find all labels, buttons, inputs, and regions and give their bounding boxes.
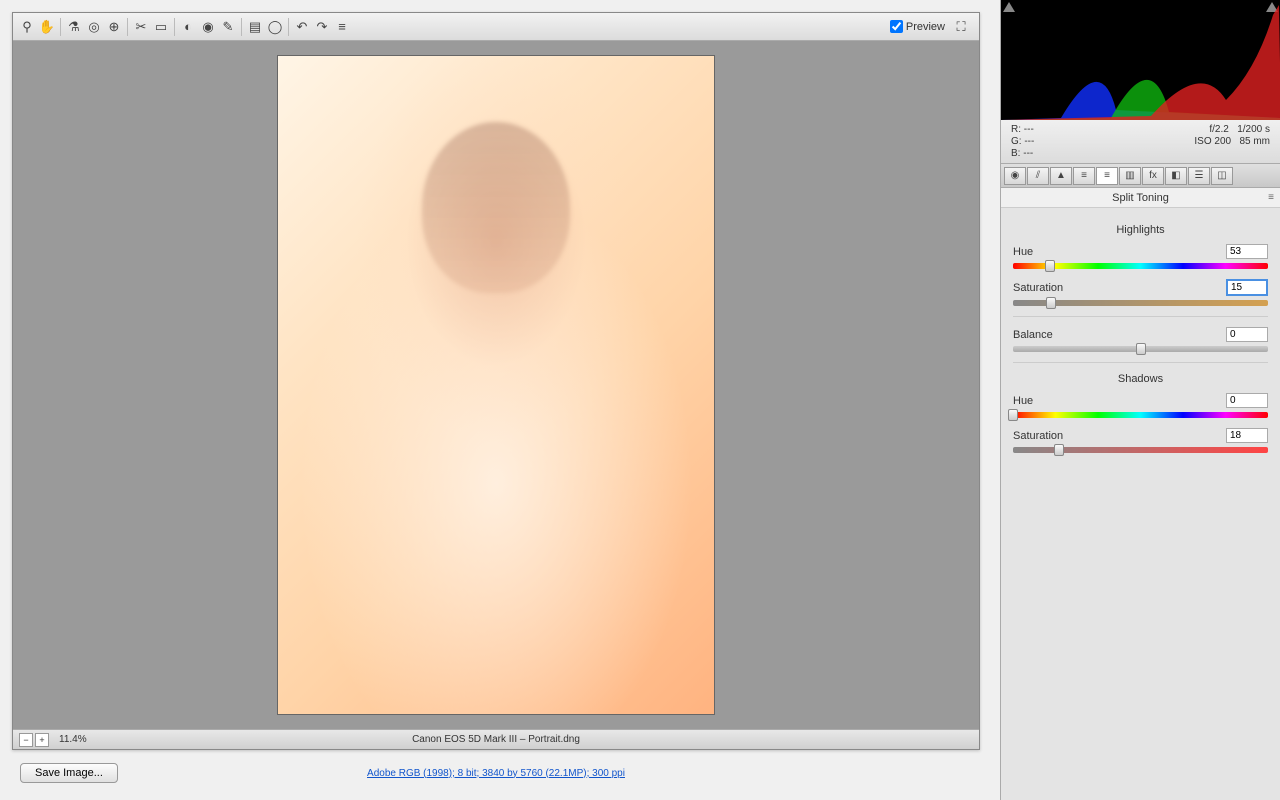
- sh-sat-slider[interactable]: [1013, 447, 1268, 453]
- basic-tab-icon[interactable]: ◉: [1004, 167, 1026, 185]
- rotate-left-icon[interactable]: ↶: [293, 18, 311, 36]
- split-toning-panel: Highlights Hue Saturation Balance Shadow…: [1001, 208, 1280, 473]
- iso-value: ISO 200: [1194, 136, 1231, 147]
- g-label: G:: [1011, 136, 1022, 147]
- camera-file-label: Canon EOS 5D Mark III – Portrait.dng: [412, 734, 580, 745]
- save-image-button[interactable]: Save Image...: [20, 763, 118, 783]
- targeted-adjust-tool-icon[interactable]: ⊕: [105, 18, 123, 36]
- presets-tab-icon[interactable]: ☰: [1188, 167, 1210, 185]
- hl-hue-slider[interactable]: [1013, 263, 1268, 269]
- hsl-tab-icon[interactable]: ≡: [1073, 167, 1095, 185]
- crop-tool-icon[interactable]: ✂: [132, 18, 150, 36]
- separator: [174, 18, 175, 36]
- histogram[interactable]: [1001, 0, 1280, 120]
- effects-tab-icon[interactable]: fx: [1142, 167, 1164, 185]
- detail-tab-icon[interactable]: ▲: [1050, 167, 1072, 185]
- separator: [241, 18, 242, 36]
- hl-hue-input[interactable]: [1226, 244, 1268, 259]
- panel-title-bar: Split Toning ≡: [1001, 188, 1280, 208]
- divider: [1013, 316, 1268, 317]
- image-canvas[interactable]: [13, 41, 979, 729]
- panel-menu-icon[interactable]: ≡: [1268, 192, 1274, 203]
- balance-label: Balance: [1013, 329, 1226, 341]
- g-value: ---: [1024, 136, 1034, 147]
- straighten-tool-icon[interactable]: ▭: [152, 18, 170, 36]
- sh-hue-thumb[interactable]: [1008, 409, 1018, 421]
- zoom-out-button[interactable]: −: [19, 733, 33, 747]
- fullscreen-icon[interactable]: ⛶: [952, 18, 970, 36]
- hl-sat-thumb[interactable]: [1046, 297, 1056, 309]
- rgb-info-bar: R: --- G: --- B: --- f/2.2 1/200 s ISO 2…: [1001, 120, 1280, 164]
- bottom-bar: Save Image... Adobe RGB (1998); 8 bit; 3…: [12, 758, 980, 788]
- r-value: ---: [1024, 124, 1034, 135]
- shadows-heading: Shadows: [1013, 373, 1268, 385]
- divider: [1013, 362, 1268, 363]
- status-bar: − + 11.4% Canon EOS 5D Mark III – Portra…: [13, 729, 979, 749]
- preview-check-input[interactable]: [890, 20, 903, 33]
- tone-curve-tab-icon[interactable]: ⫽: [1027, 167, 1049, 185]
- zoom-in-button[interactable]: +: [35, 733, 49, 747]
- hand-tool-icon[interactable]: ✋: [38, 18, 56, 36]
- sh-sat-label: Saturation: [1013, 430, 1226, 442]
- preview-label: Preview: [906, 21, 945, 33]
- preview-checkbox[interactable]: Preview: [890, 20, 945, 33]
- prefs-icon[interactable]: ≡: [333, 18, 351, 36]
- sh-hue-label: Hue: [1013, 395, 1226, 407]
- split-toning-tab-icon[interactable]: ≡: [1096, 167, 1118, 185]
- histogram-svg: [1001, 0, 1280, 120]
- hl-hue-thumb[interactable]: [1045, 260, 1055, 272]
- separator: [288, 18, 289, 36]
- adjustment-brush-tool-icon[interactable]: ✎: [219, 18, 237, 36]
- radial-filter-tool-icon[interactable]: ◯: [266, 18, 284, 36]
- photo-preview: [277, 55, 715, 715]
- b-label: B:: [1011, 148, 1020, 159]
- hl-sat-label: Saturation: [1013, 282, 1226, 294]
- right-panel: R: --- G: --- B: --- f/2.2 1/200 s ISO 2…: [1000, 0, 1280, 800]
- highlights-heading: Highlights: [1013, 224, 1268, 236]
- white-balance-tool-icon[interactable]: ⚗: [65, 18, 83, 36]
- hl-sat-input[interactable]: [1226, 279, 1268, 296]
- b-value: ---: [1023, 148, 1033, 159]
- sh-hue-input[interactable]: [1226, 393, 1268, 408]
- spot-removal-tool-icon[interactable]: ◐: [179, 18, 197, 36]
- zoom-level[interactable]: 11.4%: [59, 734, 87, 745]
- lens-corrections-tab-icon[interactable]: ▥: [1119, 167, 1141, 185]
- separator: [60, 18, 61, 36]
- panel-title: Split Toning: [1112, 192, 1169, 204]
- r-label: R:: [1011, 124, 1021, 135]
- hl-hue-label: Hue: [1013, 246, 1226, 258]
- top-toolbar: ⚲ ✋ ⚗ ◎ ⊕ ✂ ▭ ◐ ◉ ✎ ▤ ◯ ↶ ↷ ≡ Preview ⛶: [13, 13, 979, 41]
- separator: [127, 18, 128, 36]
- rotate-right-icon[interactable]: ↷: [313, 18, 331, 36]
- balance-thumb[interactable]: [1136, 343, 1146, 355]
- sh-sat-thumb[interactable]: [1054, 444, 1064, 456]
- balance-slider[interactable]: [1013, 346, 1268, 352]
- focal-value: 85 mm: [1239, 136, 1270, 147]
- adjustment-tabs: ◉ ⫽ ▲ ≡ ≡ ▥ fx ◧ ☰ ◫: [1001, 164, 1280, 188]
- hl-sat-slider[interactable]: [1013, 300, 1268, 306]
- snapshots-tab-icon[interactable]: ◫: [1211, 167, 1233, 185]
- sh-sat-input[interactable]: [1226, 428, 1268, 443]
- balance-input[interactable]: [1226, 327, 1268, 342]
- aperture-value: f/2.2: [1209, 124, 1228, 135]
- color-sampler-tool-icon[interactable]: ◎: [85, 18, 103, 36]
- redeye-tool-icon[interactable]: ◉: [199, 18, 217, 36]
- camera-calibration-tab-icon[interactable]: ◧: [1165, 167, 1187, 185]
- sh-hue-slider[interactable]: [1013, 412, 1268, 418]
- zoom-tool-icon[interactable]: ⚲: [18, 18, 36, 36]
- graduated-filter-tool-icon[interactable]: ▤: [246, 18, 264, 36]
- main-editor-area: ⚲ ✋ ⚗ ◎ ⊕ ✂ ▭ ◐ ◉ ✎ ▤ ◯ ↶ ↷ ≡ Preview ⛶ …: [12, 12, 980, 750]
- shutter-value: 1/200 s: [1237, 124, 1270, 135]
- workflow-options-link[interactable]: Adobe RGB (1998); 8 bit; 3840 by 5760 (2…: [367, 768, 625, 779]
